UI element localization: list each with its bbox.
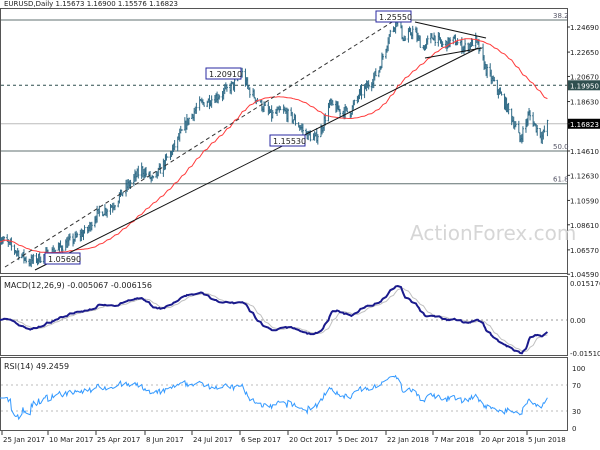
marked-level-label: 1.19950 [570,82,599,90]
y-tick-label: 1.24690 [570,24,599,32]
triangle-upper-line [414,21,487,39]
price-point-label: 1.20910 [209,70,242,79]
price-bar [198,96,201,111]
rsi-title: RSI(14) 49.2459 [4,362,69,371]
x-tick-label: 7 Mar 2018 [434,436,474,444]
y-tick-label: 1.04590 [570,271,599,279]
macd-tick-label: 0.00 [570,317,586,325]
x-tick-label: 20 Oct 2017 [289,436,332,444]
rsi-tick-label: 100 [572,365,585,373]
macd-tick-label: -0.015109 [570,350,600,358]
macd-title: MACD(12,26,9) -0.005067 -0.006156 [4,281,152,290]
x-tick-label: 5 Jun 2018 [528,436,566,444]
y-tick-label: 1.14610 [570,148,599,156]
x-tick-label: 24 Jul 2017 [193,436,233,444]
triangle-lower-line [424,47,483,59]
macd-tick-label: 0.015176 [570,280,600,288]
fib-level-label: 50.0 [553,143,569,151]
price-point-label: 1.15530 [273,137,306,146]
x-tick-label: 20 Apr 2018 [481,436,524,444]
x-tick-label: 10 Mar 2017 [49,436,93,444]
y-tick-label: 1.10590 [570,197,599,205]
y-tick-label: 1.18630 [570,99,599,107]
chart: ActionForex.com 38.2 50.0 61.8 1.25550 1.20… [0,0,600,444]
x-tick-label: 6 Sep 2017 [241,436,281,444]
price-bar [83,225,86,234]
rsi-tick-label: 70 [572,382,581,390]
x-tick-label: 25 Apr 2017 [97,436,140,444]
x-tick-label: 22 Jan 2018 [387,436,429,444]
fib-level-label: 38.2 [553,12,569,20]
rsi-tick-label: 30 [572,408,581,416]
price-bar [166,156,169,158]
watermark: ActionForex.com [410,221,576,245]
panel-frames [0,8,568,431]
price-bar [546,119,549,137]
rsi-line [0,374,548,421]
header-symbol: EURUSD,Daily 1.15673 1.16900 1.15576 1.1… [4,0,178,8]
price-point-label: 1.05690 [48,255,81,264]
channel-dashed-line [4,16,401,268]
fib-level-label: 61.8 [553,176,569,184]
y-tick-label: 1.22650 [570,49,599,57]
x-tick-label: 8 Jun 2017 [146,436,184,444]
price-point-label: 1.25550 [379,13,412,22]
y-tick-label: 1.20670 [570,73,599,81]
y-tick-label: 1.12630 [570,172,599,180]
current-price-label: 1.16823 [570,121,599,129]
rsi-panel [0,357,568,431]
rsi-tick-label: 0 [572,425,576,433]
x-tick-label: 25 Jan 2017 [3,436,45,444]
price-bar [517,120,520,134]
y-tick-label: 1.08610 [570,222,599,230]
x-tick-label: 5 Dec 2017 [338,436,378,444]
price-bar [248,87,251,98]
y-tick-label: 1.06570 [570,247,599,255]
